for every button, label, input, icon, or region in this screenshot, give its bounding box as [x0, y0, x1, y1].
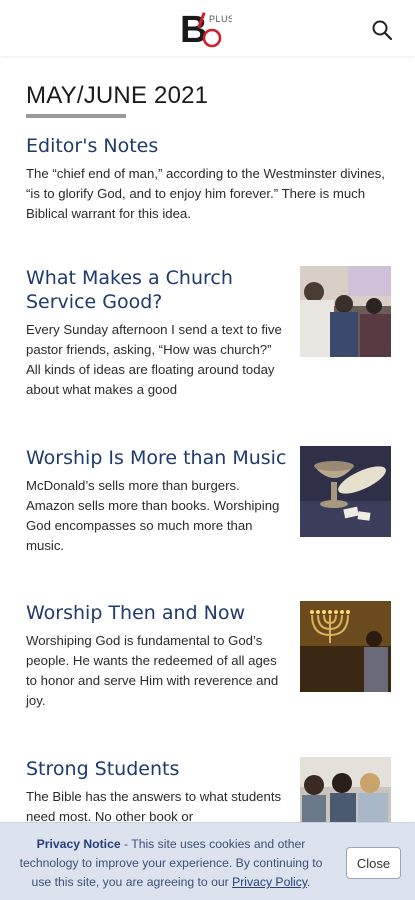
privacy-notice-banner: Privacy Notice - This site uses cookies …	[0, 822, 415, 900]
communion-cup-thumbnail[interactable]	[300, 446, 391, 537]
article-excerpt: McDonald’s sells more than burgers. Amaz…	[26, 478, 280, 553]
close-button[interactable]: Close	[346, 847, 401, 879]
top-bar: B PLUS	[0, 0, 415, 56]
article-excerpt: Every Sunday afternoon I send a text to …	[26, 322, 282, 397]
article-item: Editor's Notes The “chief end of man,” a…	[26, 134, 391, 224]
article-item: Worship Is More than Music McDonald’s se…	[26, 446, 391, 556]
article-item: What Makes a Church Service Good? Every …	[26, 266, 391, 400]
article-item: Strong Students The Bible has the answer…	[26, 757, 391, 848]
logo-plus: PLUS	[209, 14, 232, 24]
bo-plus-logo[interactable]: B PLUS	[180, 8, 234, 51]
menorah-thumbnail[interactable]	[300, 601, 391, 692]
article-title[interactable]: What Makes a Church Service Good?	[26, 266, 288, 314]
article-excerpt: Worshiping God is fundamental to God’s p…	[26, 633, 279, 708]
article-item: Worship Then and Now Worshiping God is f…	[26, 601, 391, 711]
search-icon	[372, 20, 393, 41]
privacy-notice-end: .	[307, 875, 311, 889]
privacy-notice-heading: Privacy Notice	[36, 837, 121, 851]
privacy-notice-text: Privacy Notice - This site uses cookies …	[12, 835, 330, 892]
issue-title: MAY/JUNE 2021	[26, 82, 209, 109]
issue-title-underline	[26, 114, 126, 118]
article-title[interactable]: Strong Students	[26, 757, 288, 781]
privacy-policy-link[interactable]: Privacy Policy	[232, 875, 307, 889]
article-excerpt: The Bible has the answers to what studen…	[26, 789, 282, 824]
search-button[interactable]	[370, 18, 394, 42]
article-title[interactable]: Editor's Notes	[26, 134, 391, 158]
church-congregation-thumbnail[interactable]	[300, 266, 391, 357]
article-title[interactable]: Worship Is More than Music	[26, 446, 288, 470]
article-excerpt: The “chief end of man,” according to the…	[26, 166, 385, 221]
article-title[interactable]: Worship Then and Now	[26, 601, 288, 625]
